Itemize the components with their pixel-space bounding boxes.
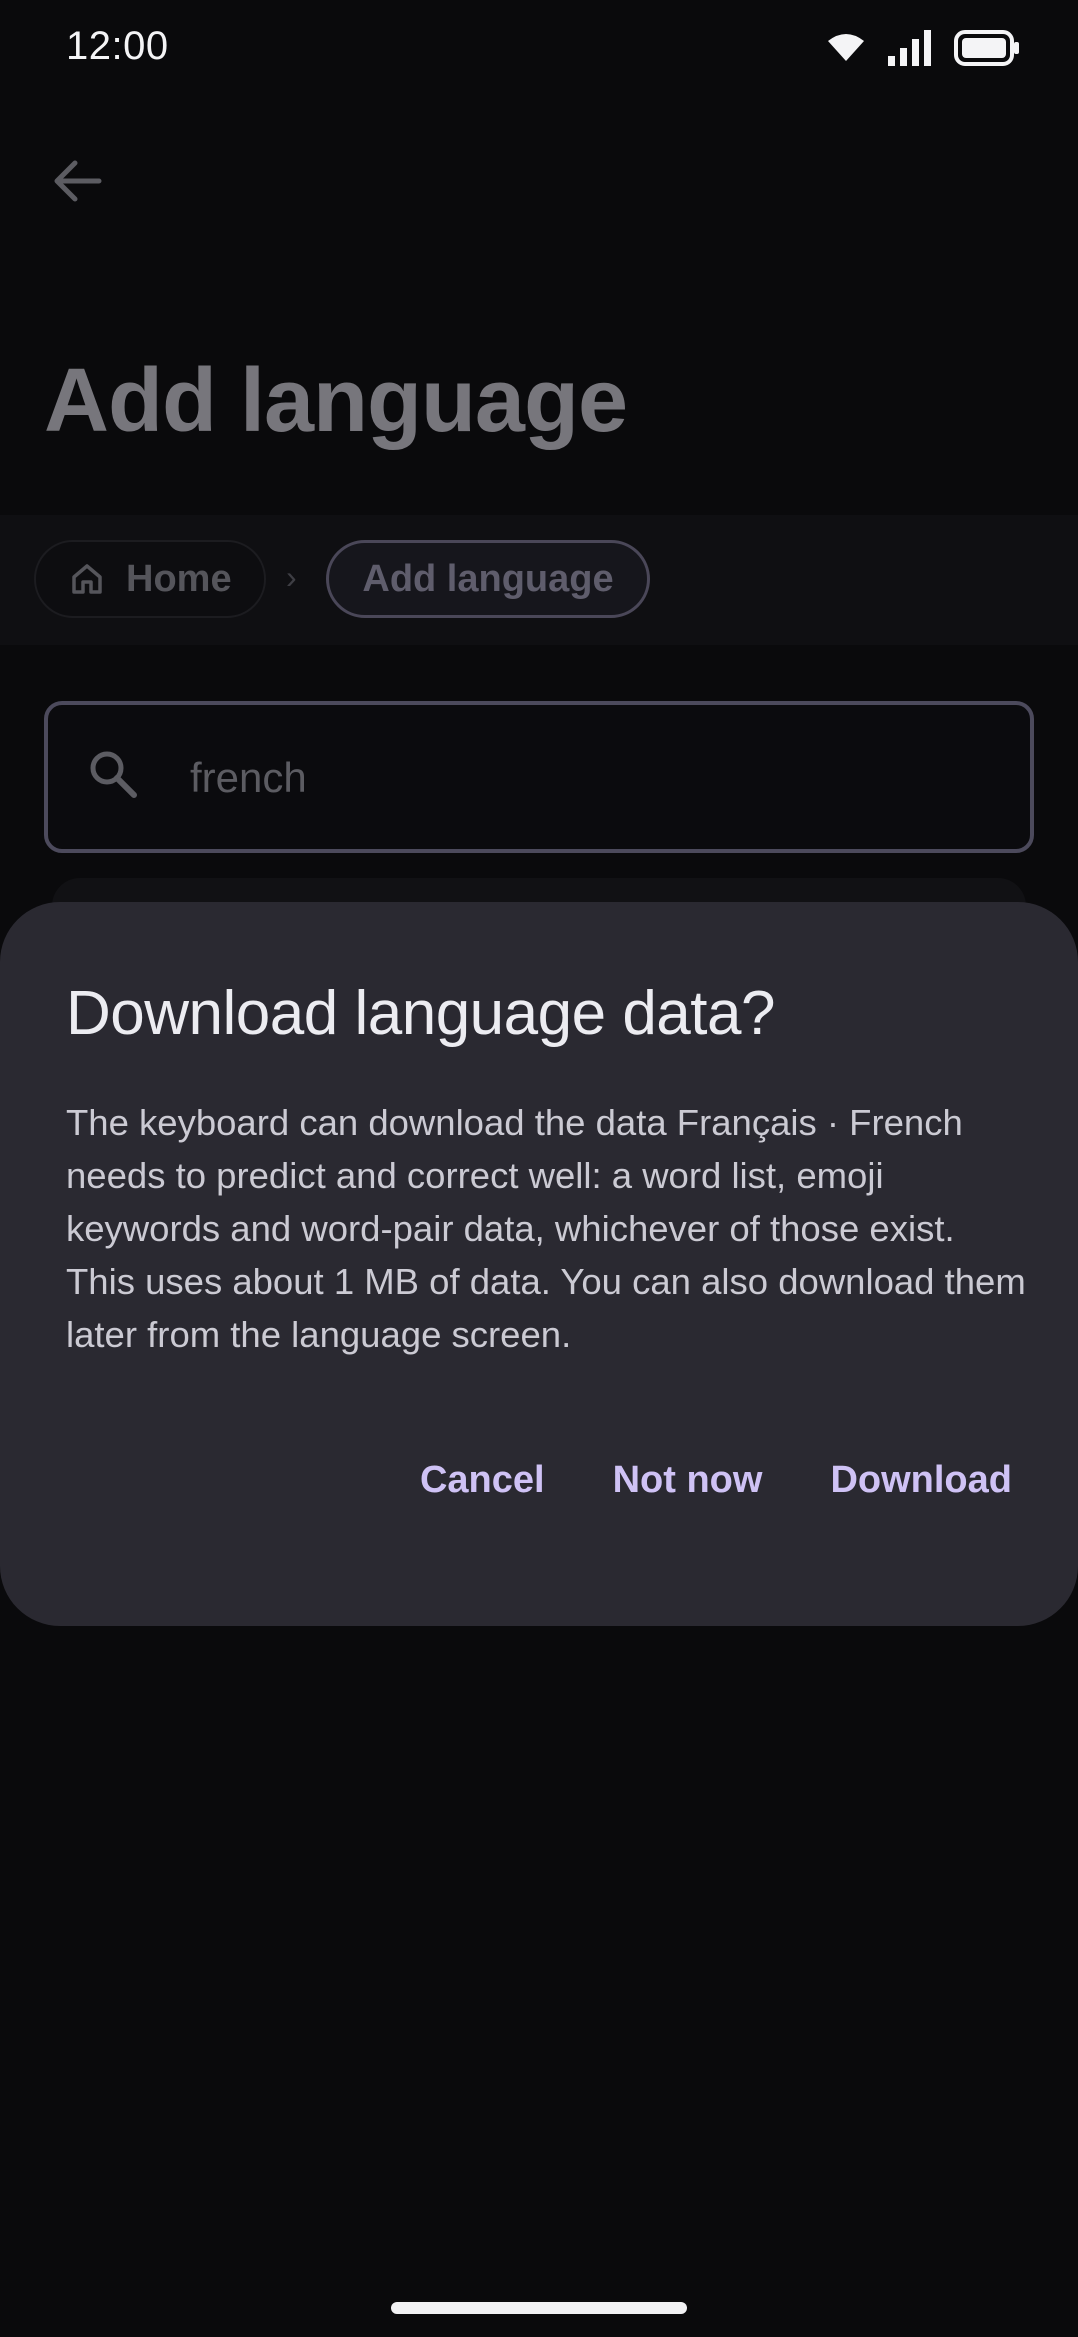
not-now-button[interactable]: Not now [613,1442,763,1518]
breadcrumb-home-label: Home [126,557,232,600]
download-button[interactable]: Download [830,1442,1012,1518]
page-title: Add language [44,351,628,451]
status-bar: 12:00 [0,0,1078,96]
status-icons [826,28,1020,68]
breadcrumb-current-label: Add language [362,557,614,600]
dialog-title: Download language data? [66,979,775,1048]
battery-icon [954,30,1020,66]
cancel-button[interactable]: Cancel [420,1442,545,1518]
breadcrumb-separator-icon: › [286,559,297,595]
wifi-icon [826,33,866,63]
breadcrumb: Home › Add language [0,515,1078,645]
download-dialog: Download language data? The keyboard can… [0,902,1078,1626]
status-time: 12:00 [66,24,169,68]
breadcrumb-home[interactable]: Home [34,540,266,618]
search-input[interactable] [188,745,972,811]
search-icon [86,747,142,808]
screen: 12:00 Add language Home › Add language f… [0,0,1078,2337]
dialog-actions: Cancel Not now Download [420,1442,1012,1518]
breadcrumb-current[interactable]: Add language [326,540,650,618]
search-field[interactable] [44,701,1034,853]
home-icon [70,563,104,595]
back-button[interactable] [44,150,110,216]
signal-icon [888,30,932,66]
dialog-message: The keyboard can download the data Franç… [66,1102,1026,1355]
arrow-left-icon [51,159,103,208]
home-indicator[interactable] [391,2302,687,2314]
